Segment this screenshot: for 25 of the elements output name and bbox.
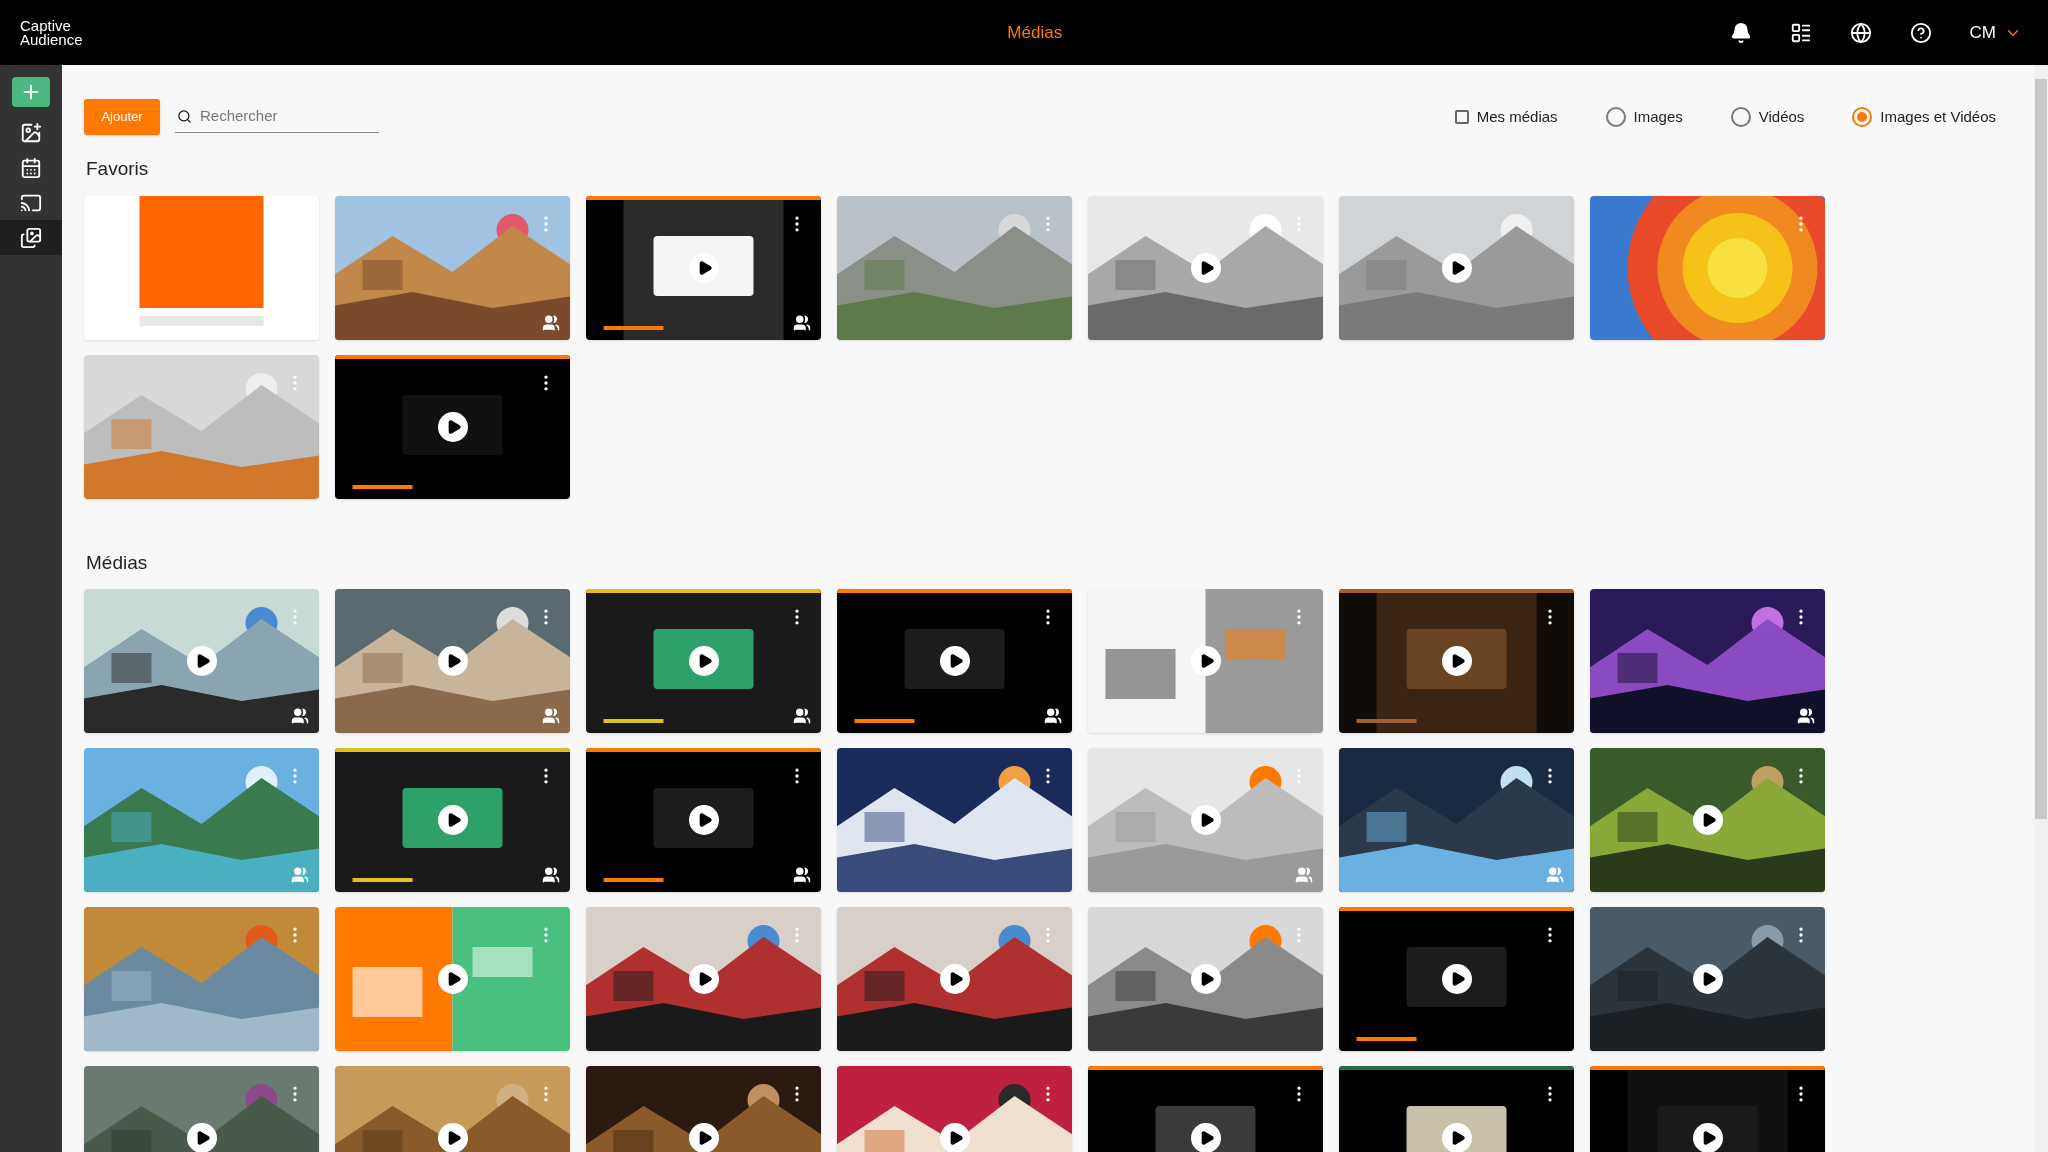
section-heading: Favoris — [86, 157, 150, 181]
bell-icon[interactable] — [1729, 21, 1752, 44]
section-heading: Médias — [86, 550, 149, 575]
checkbox-label: Mes médias — [1476, 106, 1558, 127]
radio-label: Images — [1633, 106, 1683, 127]
globe-icon[interactable] — [1849, 21, 1872, 44]
add-button[interactable] — [12, 77, 50, 107]
search-field[interactable]: Rechercher — [200, 105, 360, 128]
search-icon[interactable] — [177, 109, 192, 124]
logo[interactable]: Captive Audience — [20, 18, 220, 47]
radio-button[interactable] — [1605, 107, 1626, 127]
image-plus-icon[interactable] — [20, 121, 42, 144]
user-menu[interactable]: CM — [1969, 19, 2022, 46]
radio-label: Images et Vidéos — [1880, 106, 1996, 127]
table-icon[interactable] — [1789, 21, 1812, 44]
radio-label: Vidéos — [1758, 106, 1805, 127]
sidebar-button[interactable] — [0, 220, 62, 255]
checkbox[interactable] — [1454, 110, 1469, 124]
radio-button[interactable] — [1730, 107, 1751, 127]
page-title: Médias — [1007, 21, 1063, 44]
help-icon[interactable] — [1909, 21, 1932, 44]
gallery-icon[interactable] — [20, 226, 42, 249]
radio-button[interactable] — [1852, 107, 1873, 127]
calendar-icon[interactable] — [20, 156, 42, 179]
scrollbar[interactable] — [2034, 65, 2048, 1152]
